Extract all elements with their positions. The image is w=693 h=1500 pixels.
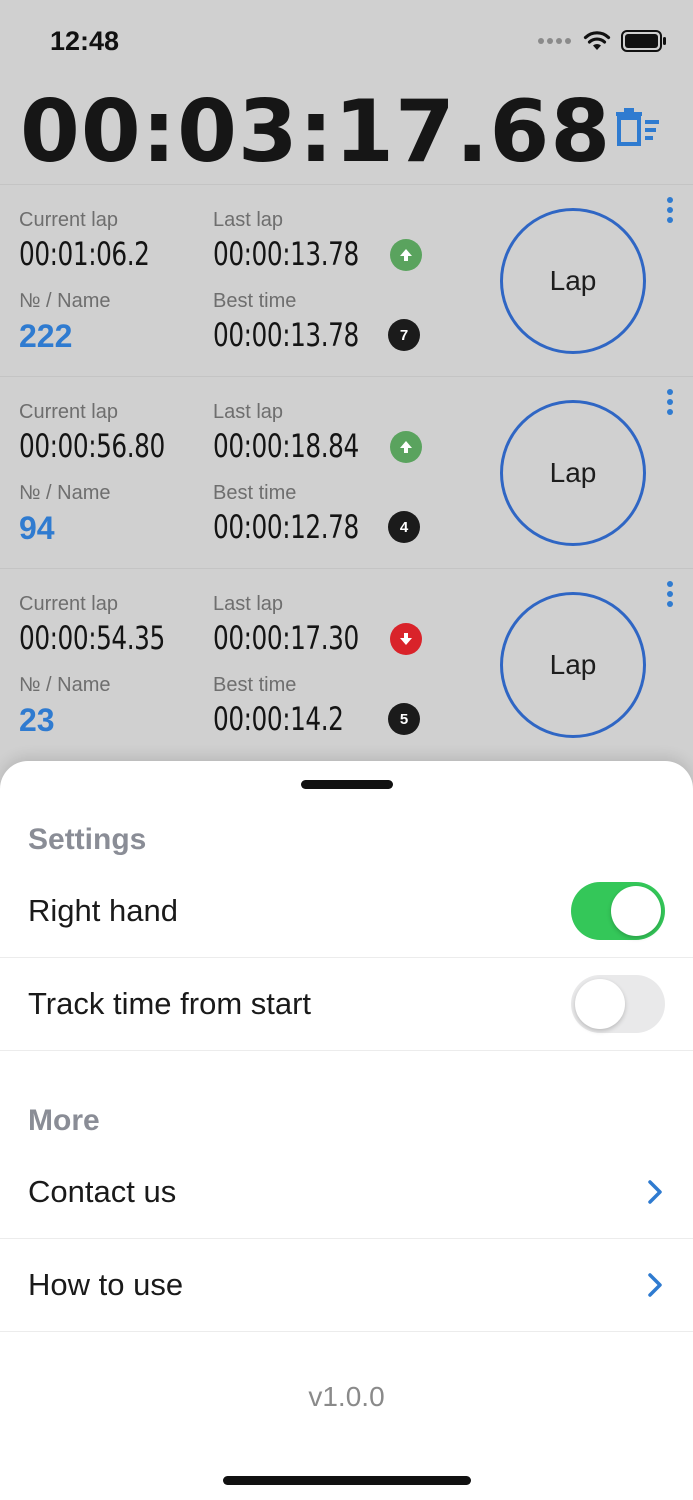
more-section-title: More <box>28 1104 100 1137</box>
best-lap-rank-badge: 7 <box>388 319 420 351</box>
name-label: № / Name <box>19 482 111 504</box>
setting-track-time[interactable]: Track time from start <box>0 958 693 1050</box>
best-time-label: Best time <box>213 674 297 696</box>
name-label: № / Name <box>19 290 111 312</box>
battery-icon <box>621 30 666 52</box>
best-lap-rank-badge: 5 <box>388 703 420 735</box>
lap-button[interactable]: Lap <box>500 592 646 738</box>
sheet-grabber[interactable] <box>301 780 393 789</box>
racer-name[interactable]: 222 <box>19 318 72 355</box>
racer-name[interactable]: 94 <box>19 510 55 547</box>
track-time-toggle[interactable] <box>571 975 665 1033</box>
app-version: v1.0.0 <box>308 1381 385 1412</box>
row-divider <box>0 1331 693 1332</box>
last-lap-label: Last lap <box>213 593 284 615</box>
racer-name[interactable]: 23 <box>19 702 55 739</box>
current-lap-value: 00:00:56.80 <box>19 427 165 465</box>
contact-us-row[interactable]: Contact us <box>0 1146 693 1238</box>
lap-row: Current lap 00:00:54.35 Last lap 00:00:1… <box>0 569 693 761</box>
toggle-knob <box>611 886 661 936</box>
best-lap-rank-badge: 4 <box>388 511 420 543</box>
setting-right-hand[interactable]: Right hand <box>0 865 693 957</box>
cellular-signal-icon <box>538 38 571 44</box>
settings-section-title: Settings <box>28 823 147 856</box>
toggle-knob <box>575 979 625 1029</box>
current-lap-label: Current lap <box>19 593 118 615</box>
lap-button[interactable]: Lap <box>500 208 646 354</box>
last-lap-value: 00:00:17.30 <box>213 619 359 657</box>
current-lap-label: Current lap <box>19 401 118 423</box>
status-bar: 12:48 <box>0 0 693 80</box>
settings-sheet: Settings Right hand Track time from star… <box>0 761 693 1500</box>
menu-label: Contact us <box>28 1174 177 1209</box>
menu-label: How to use <box>28 1267 184 1302</box>
setting-label: Track time from start <box>28 986 312 1021</box>
arrow-up-icon <box>390 431 422 463</box>
arrow-up-icon <box>390 239 422 271</box>
status-time: 12:48 <box>50 26 120 56</box>
last-lap-value: 00:00:18.84 <box>213 427 359 465</box>
more-options-icon[interactable] <box>660 577 680 611</box>
best-time-value: 00:00:12.78 <box>213 508 359 546</box>
last-lap-label: Last lap <box>213 209 284 231</box>
right-hand-toggle[interactable] <box>571 882 665 940</box>
chevron-right-icon <box>648 1273 662 1297</box>
delete-list-icon <box>616 108 659 146</box>
how-to-use-row[interactable]: How to use <box>0 1239 693 1331</box>
current-lap-value: 00:01:06.2 <box>19 235 150 273</box>
elapsed-time: 00:03:17.68 <box>20 82 612 182</box>
stopwatch-screen: 12:48 00:03:17.68 Current lap 00:01:06.2… <box>0 0 693 800</box>
more-options-icon[interactable] <box>660 193 680 227</box>
status-icons <box>538 30 667 52</box>
name-label: № / Name <box>19 674 111 696</box>
more-options-icon[interactable] <box>660 385 680 419</box>
home-indicator <box>223 1476 471 1485</box>
best-time-label: Best time <box>213 290 297 312</box>
clear-laps-button[interactable] <box>612 106 662 150</box>
current-lap-value: 00:00:54.35 <box>19 619 165 657</box>
lap-button[interactable]: Lap <box>500 400 646 546</box>
best-time-value: 00:00:14.2 <box>213 700 344 738</box>
current-lap-label: Current lap <box>19 209 118 231</box>
row-divider <box>0 1050 693 1051</box>
lap-row: Current lap 00:01:06.2 Last lap 00:00:13… <box>0 185 693 377</box>
last-lap-value: 00:00:13.78 <box>213 235 359 273</box>
last-lap-label: Last lap <box>213 401 284 423</box>
chevron-right-icon <box>648 1180 662 1204</box>
best-time-label: Best time <box>213 482 297 504</box>
best-time-value: 00:00:13.78 <box>213 316 359 354</box>
setting-label: Right hand <box>28 893 178 928</box>
wifi-icon <box>583 31 611 50</box>
arrow-down-icon <box>390 623 422 655</box>
lap-row: Current lap 00:00:56.80 Last lap 00:00:1… <box>0 377 693 569</box>
